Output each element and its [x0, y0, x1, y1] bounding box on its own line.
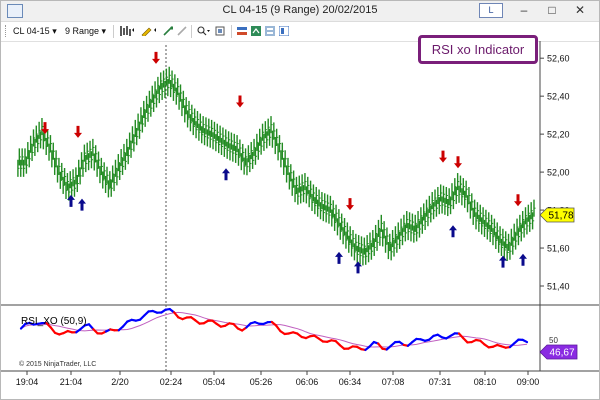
line-draw-icon[interactable]	[163, 26, 173, 36]
rsi-line-segment	[521, 338, 529, 344]
instrument-label: CL 04-15	[13, 26, 50, 36]
data-box-icon[interactable]	[215, 26, 225, 36]
price-axis[interactable]: 52,6052,4052,2052,0051,8051,6051,40	[540, 54, 570, 292]
time-tick-label: 09:00	[517, 377, 540, 387]
time-tick-label: 21:04	[60, 377, 83, 387]
indicator-label: RSI_XO (50,9)	[21, 316, 87, 327]
price-tick-label: 52,60	[547, 54, 570, 64]
time-tick-label: 07:08	[382, 377, 405, 387]
title-bar[interactable]: CL 04-15 (9 Range) 20/02/2015 L – □ ✕	[1, 1, 599, 22]
rsi-value-tag: 46,67	[539, 344, 578, 360]
chart-trader-icon[interactable]	[279, 26, 289, 36]
window-title: CL 04-15 (9 Range) 20/02/2015	[222, 4, 378, 16]
time-tick-label: 06:06	[296, 377, 319, 387]
maximize-button[interactable]: □	[539, 2, 565, 18]
interval-label: 9 Range	[65, 26, 100, 36]
time-tick-label: 05:26	[250, 377, 273, 387]
toolbar-separator	[231, 25, 232, 38]
indicators-icon[interactable]	[237, 26, 247, 36]
rsi-top-tick: 50	[549, 336, 558, 345]
time-tick-label: 08:10	[474, 377, 497, 387]
toolbar-separator	[191, 25, 192, 38]
copyright-label: © 2015 NinjaTrader, LLC	[19, 360, 96, 368]
time-tick-label: 19:04	[16, 377, 39, 387]
drawing-tool-icon[interactable]	[141, 26, 157, 36]
price-tick-label: 51,40	[547, 282, 570, 292]
indicator-callout: RSI xo Indicator	[418, 35, 538, 64]
interval-selector[interactable]: 9 Range ▾	[65, 25, 106, 37]
price-tick-label: 52,00	[547, 168, 570, 178]
rsi-panel[interactable]	[19, 307, 529, 352]
toolbar-separator	[113, 25, 114, 38]
link-button[interactable]: L	[479, 3, 503, 18]
price-panel[interactable]	[15, 43, 540, 305]
current-price-label: 51,78	[548, 211, 573, 222]
rsi-signal-line	[20, 311, 528, 348]
time-axis[interactable]: 19:04 21:04 2/20 02:24 05:04 05:26 06:06 06:34 0…	[16, 371, 540, 387]
price-tick-label: 52,40	[547, 92, 570, 102]
price-tick-label: 52,20	[547, 130, 570, 140]
time-tick-label: 02:24	[160, 377, 183, 387]
close-button[interactable]: ✕	[565, 2, 595, 18]
time-tick-label: 07:31	[429, 377, 452, 387]
time-tick-label: 05:04	[203, 377, 226, 387]
price-tick-label: 51,60	[547, 244, 570, 254]
zoom-icon[interactable]	[197, 26, 211, 36]
properties-icon[interactable]	[265, 26, 275, 36]
bar-type-icon[interactable]	[119, 26, 135, 36]
toolbar-grip[interactable]	[5, 25, 8, 37]
strategies-icon[interactable]	[251, 26, 261, 36]
chart-window: CL 04-15 (9 Range) 20/02/2015 L – □ ✕ CL…	[0, 0, 600, 400]
time-tick-label: 2/20	[111, 377, 129, 387]
rsi-value-label: 46,67	[549, 348, 574, 359]
chart-area[interactable]: 52,6052,4052,2052,0051,8051,6051,40 19:0…	[1, 41, 599, 399]
remove-drawing-icon[interactable]	[177, 26, 187, 36]
time-tick-label: 06:34	[339, 377, 362, 387]
instrument-selector[interactable]: CL 04-15 ▾	[13, 25, 57, 37]
current-price-tag: 51,78	[539, 207, 575, 223]
minimize-button[interactable]: –	[511, 2, 537, 18]
